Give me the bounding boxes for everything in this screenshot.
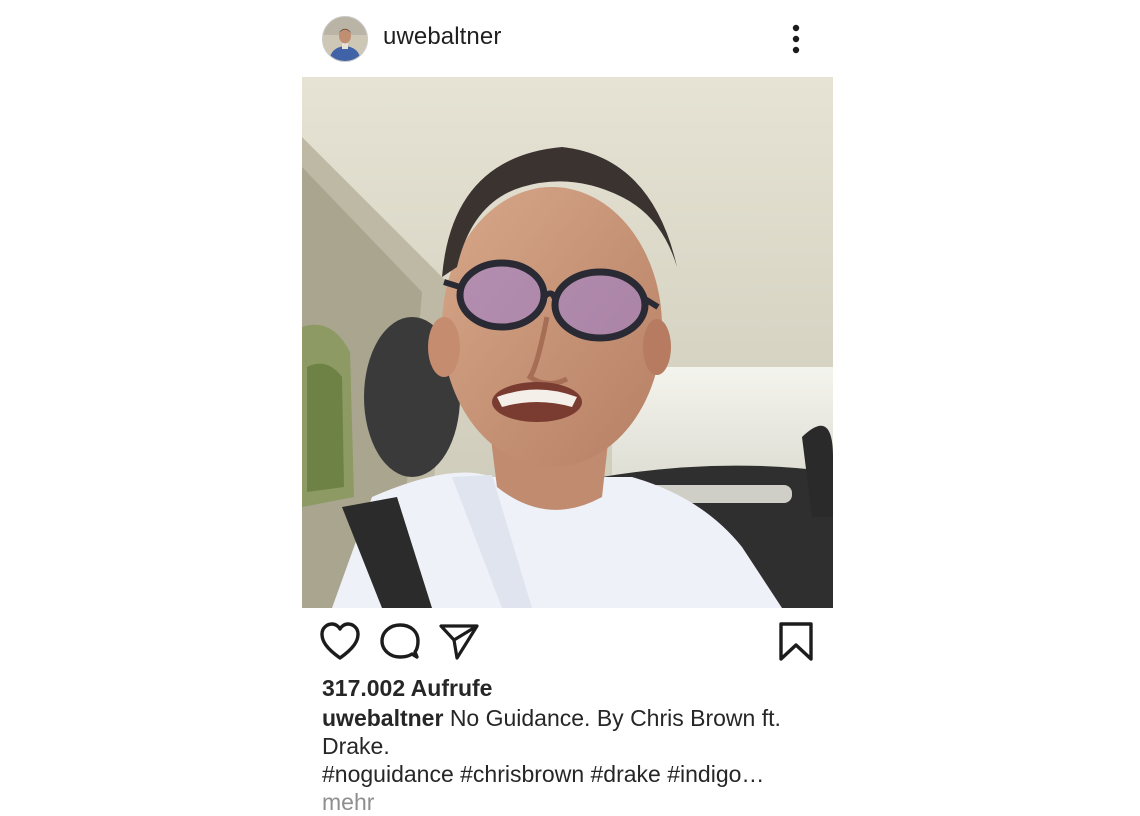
- more-options-button[interactable]: [784, 22, 808, 56]
- caption-username[interactable]: uwebaltner: [322, 705, 443, 731]
- send-icon: [439, 624, 479, 660]
- caption-more-link[interactable]: mehr: [322, 789, 374, 815]
- video-frame-image: [302, 77, 833, 608]
- post-username[interactable]: uwebaltner: [383, 23, 501, 51]
- post-caption: uwebaltner No Guidance. By Chris Brown f…: [322, 704, 822, 816]
- like-button[interactable]: [320, 620, 360, 664]
- post-actions: [302, 620, 833, 664]
- avatar[interactable]: [322, 16, 368, 62]
- post-video[interactable]: [302, 77, 833, 608]
- comment-icon: [380, 623, 420, 659]
- share-button[interactable]: [439, 620, 479, 664]
- heart-icon: [320, 622, 360, 660]
- instagram-post: uwebaltner 317.002 Aufrufe uwebaltner No…: [302, 0, 833, 815]
- comment-button[interactable]: [380, 620, 420, 664]
- view-count: 317.002 Aufrufe: [322, 675, 493, 701]
- avatar-image: [323, 17, 367, 61]
- post-header: uwebaltner: [302, 14, 833, 62]
- save-button[interactable]: [776, 620, 816, 664]
- more-vertical-icon: [792, 24, 800, 54]
- bookmark-icon: [779, 622, 813, 661]
- caption-hashtags[interactable]: #noguidance #chrisbrown #drake #indigo…: [322, 761, 764, 787]
